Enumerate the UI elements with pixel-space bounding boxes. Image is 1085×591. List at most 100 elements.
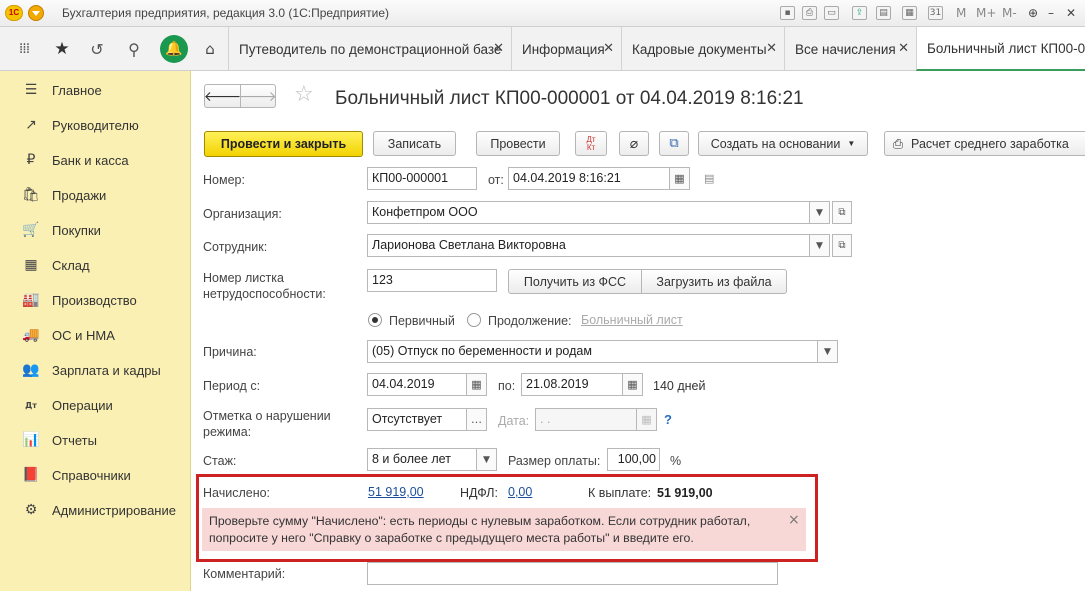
- select-button[interactable]: …: [467, 408, 487, 431]
- organization-label: Организация:: [203, 207, 282, 221]
- reason-field[interactable]: (05) Отпуск по беременности и родам: [367, 340, 818, 363]
- create-based-on-button[interactable]: Создать на основании ▼: [698, 131, 868, 156]
- forward-button[interactable]: 🡒: [239, 84, 277, 108]
- calendar-icon[interactable]: ▦: [467, 373, 487, 396]
- sick-leave-link: Больничный лист: [581, 313, 683, 327]
- pay-rate-field[interactable]: 100,00: [607, 448, 660, 471]
- sidebar-item-8[interactable]: 👥 Зарплата и кадры: [0, 358, 191, 382]
- period-to-field[interactable]: 21.08.2019: [521, 373, 623, 396]
- period-from-field[interactable]: 04.04.2019: [367, 373, 467, 396]
- calendar-icon[interactable]: ▦: [623, 373, 643, 396]
- help-icon[interactable]: ?: [664, 412, 672, 427]
- ruble-icon: ₽: [26, 152, 36, 168]
- tab-hr-documents[interactable]: Кадровые документы ✕: [621, 27, 784, 71]
- save-icon[interactable]: ▪: [780, 6, 795, 20]
- violation-field[interactable]: Отсутствует: [367, 408, 467, 431]
- calendar-icon[interactable]: ▦: [670, 167, 690, 190]
- sidebar-item-2[interactable]: ₽ Банк и касса: [0, 148, 191, 172]
- search-icon[interactable]: ⚲: [122, 37, 146, 61]
- history-icon[interactable]: ↺: [85, 37, 109, 61]
- ndfl-link[interactable]: 0,00: [508, 485, 532, 499]
- notifications-bell-icon[interactable]: 🔔: [160, 35, 188, 63]
- attachment-icon[interactable]: ⌀: [619, 131, 649, 156]
- number-label: Номер:: [203, 173, 245, 187]
- sidebar-item-label: Продажи: [52, 187, 107, 203]
- structure-icon[interactable]: ⧉: [659, 131, 689, 156]
- sidebar-item-7[interactable]: 🚚 ОС и НМА: [0, 323, 191, 347]
- sidebar-item-4[interactable]: 🛒 Покупки: [0, 218, 191, 242]
- employee-field[interactable]: Ларионова Светлана Викторовна: [367, 234, 810, 257]
- tab-info[interactable]: Информация ✕: [511, 27, 621, 71]
- tab-label: Путеводитель по демонстрационной базе: [239, 41, 502, 57]
- close-warning-icon[interactable]: ×: [788, 512, 800, 528]
- sheet-number-field[interactable]: 123: [367, 269, 497, 292]
- sidebar-item-label: Отчеты: [52, 432, 97, 448]
- sidebar-item-label: Склад: [52, 257, 90, 273]
- get-from-fss-button[interactable]: Получить из ФСС: [508, 269, 642, 294]
- sidebar-item-9[interactable]: Дт Операции: [0, 393, 191, 417]
- grid-icon[interactable]: ▦: [902, 6, 917, 20]
- home-icon[interactable]: ⌂: [198, 37, 222, 61]
- chevron-down-icon[interactable]: ▼: [818, 340, 838, 363]
- close-icon[interactable]: ✕: [766, 41, 777, 56]
- sidebar-item-5[interactable]: ▦ Склад: [0, 253, 191, 277]
- date-field[interactable]: 04.04.2019 8:16:21: [508, 167, 670, 190]
- sidebar-item-6[interactable]: 🏭 Производство: [0, 288, 191, 312]
- tab-all-accruals[interactable]: Все начисления ✕: [784, 27, 916, 71]
- zoom-icon[interactable]: ⊕: [1028, 6, 1038, 20]
- sidebar-item-label: Справочники: [52, 467, 131, 483]
- chevron-down-icon[interactable]: ▼: [810, 201, 830, 224]
- percent-sign: %: [670, 454, 682, 468]
- minimize-icon[interactable]: –: [1048, 6, 1054, 20]
- open-icon[interactable]: ⧉: [832, 201, 852, 224]
- primary-radio[interactable]: [368, 313, 382, 327]
- load-from-file-button[interactable]: Загрузить из файла: [641, 269, 787, 294]
- calendar-icon[interactable]: 31: [928, 6, 943, 20]
- apps-grid-icon[interactable]: ⁞⁞⁞: [12, 37, 36, 61]
- sidebar-item-label: Зарплата и кадры: [52, 362, 161, 378]
- organization-field[interactable]: Конфетпром ООО: [367, 201, 810, 224]
- upload-icon[interactable]: ⇪: [852, 6, 867, 20]
- tab-label: Больничный лист КП00-000001 о: [927, 40, 1085, 56]
- tab-guide[interactable]: Путеводитель по демонстрационной базе ✕: [228, 27, 511, 71]
- table-icon[interactable]: ▤: [876, 6, 891, 20]
- preview-icon[interactable]: ▭: [824, 6, 839, 20]
- sidebar: ☰ Главное ↗ Руководителю ₽ Банк и касса 🛍 Прода…: [0, 71, 191, 591]
- factory-icon: 🏭: [22, 292, 40, 308]
- favorites-star-icon[interactable]: ★: [50, 37, 74, 61]
- save-button[interactable]: Записать: [373, 131, 456, 156]
- continuation-radio[interactable]: [467, 313, 481, 327]
- app-menu-icon[interactable]: [28, 5, 44, 21]
- close-icon[interactable]: ✕: [493, 41, 504, 56]
- chevron-down-icon[interactable]: ▼: [477, 448, 497, 471]
- accrued-link[interactable]: 51 919,00: [368, 485, 424, 499]
- favorite-star-icon[interactable]: ☆: [294, 82, 314, 107]
- post-button[interactable]: Провести: [476, 131, 560, 156]
- memory-plus-button[interactable]: M+: [976, 6, 996, 20]
- sidebar-item-0[interactable]: ☰ Главное: [0, 78, 191, 102]
- print-icon[interactable]: ⎙: [802, 6, 817, 20]
- experience-field[interactable]: 8 и более лет: [367, 448, 477, 471]
- comment-field[interactable]: [367, 562, 778, 585]
- sidebar-item-10[interactable]: 📊 Отчеты: [0, 428, 191, 452]
- sidebar-item-1[interactable]: ↗ Руководителю: [0, 113, 191, 137]
- notes-icon[interactable]: ▤: [704, 172, 714, 185]
- to-pay-value: 51 919,00: [657, 486, 713, 500]
- pay-rate-label: Размер оплаты:: [508, 454, 601, 468]
- close-icon[interactable]: ✕: [898, 41, 909, 56]
- close-icon[interactable]: ✕: [603, 41, 614, 56]
- sidebar-item-12[interactable]: ⚙ Администрирование: [0, 498, 191, 522]
- dt-kt-icon[interactable]: Дт Кт: [575, 131, 607, 156]
- post-and-close-button[interactable]: Провести и закрыть: [204, 131, 363, 157]
- memory-m-button[interactable]: M: [956, 6, 966, 20]
- chevron-down-icon[interactable]: ▼: [810, 234, 830, 257]
- close-window-icon[interactable]: ✕: [1066, 6, 1076, 20]
- memory-minus-button[interactable]: M-: [1002, 6, 1017, 20]
- sidebar-item-3[interactable]: 🛍 Продажи: [0, 183, 191, 207]
- average-earnings-button[interactable]: ⎙ Расчет среднего заработка: [884, 131, 1085, 156]
- tab-sick-leave[interactable]: Больничный лист КП00-000001 о: [916, 27, 1085, 71]
- open-icon[interactable]: ⧉: [832, 234, 852, 257]
- back-button[interactable]: 🡐: [204, 84, 241, 108]
- number-field[interactable]: КП00-000001: [367, 167, 477, 190]
- sidebar-item-11[interactable]: 📕 Справочники: [0, 463, 191, 487]
